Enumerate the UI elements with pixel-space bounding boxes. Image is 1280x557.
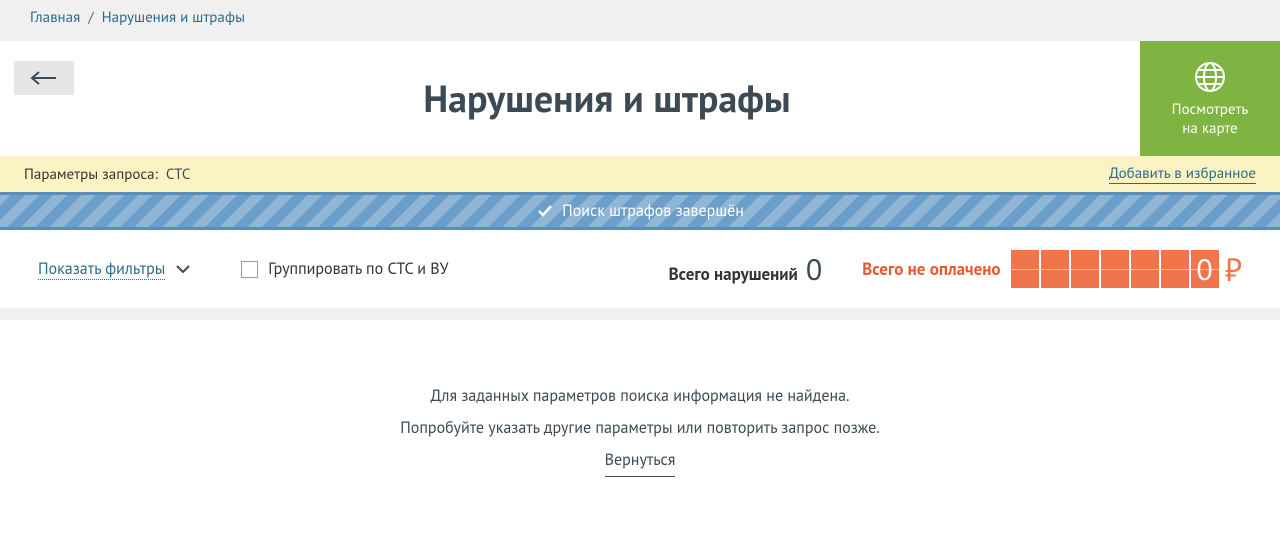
breadcrumb-separator: / [88, 8, 93, 27]
map-button-line2: на карте [1182, 119, 1237, 138]
back-button[interactable] [14, 61, 74, 95]
query-label: Параметры запроса: [24, 165, 158, 184]
checkbox-box-icon [241, 261, 258, 278]
show-filters-link[interactable]: Показать фильтры [38, 259, 165, 280]
query-value: СТС [166, 165, 191, 184]
counter-digit [1011, 250, 1039, 288]
group-by-checkbox[interactable]: Группировать по СТС и ВУ [241, 259, 448, 279]
map-button-line1: Посмотреть [1172, 100, 1249, 119]
breadcrumb-current: Нарушения и штрафы [102, 8, 245, 27]
counter-digit [1161, 250, 1189, 288]
progress-bar: Поиск штрафов завершён [0, 192, 1280, 230]
add-favorite-link[interactable]: Добавить в избранное [1109, 164, 1256, 184]
empty-results: Для заданных параметров поиска информаци… [0, 320, 1280, 557]
globe-icon [1193, 60, 1227, 94]
empty-line2: Попробуйте указать другие параметры или … [0, 412, 1280, 444]
progress-text: Поиск штрафов завершён [562, 201, 744, 221]
filter-bar: Показать фильтры Группировать по СТС и В… [0, 230, 1280, 308]
counter-digit [1071, 250, 1099, 288]
query-bar: Параметры запроса: СТС Добавить в избран… [0, 156, 1280, 192]
total-violations: Всего нарушений 0 [669, 250, 823, 289]
check-icon [536, 202, 554, 220]
group-by-label: Группировать по СТС и ВУ [268, 259, 448, 279]
counter-digit [1101, 250, 1129, 288]
chevron-down-icon[interactable] [175, 264, 191, 274]
total-violations-label: Всего нарушений [669, 263, 798, 285]
view-on-map-button[interactable]: Посмотреть на карте [1140, 41, 1280, 156]
return-link[interactable]: Вернуться [605, 444, 676, 477]
breadcrumb: Главная / Нарушения и штрафы [0, 0, 1280, 41]
back-arrow-icon [29, 69, 59, 87]
ruble-icon: ₽ [1225, 248, 1242, 290]
total-unpaid-label: Всего не оплачено [862, 258, 1000, 280]
counter-digit [1131, 250, 1159, 288]
unpaid-counter: 0 [1011, 250, 1219, 288]
empty-line1: Для заданных параметров поиска информаци… [0, 380, 1280, 412]
counter-digit [1041, 250, 1069, 288]
counter-digit-zero: 0 [1191, 250, 1219, 288]
breadcrumb-home[interactable]: Главная [30, 8, 80, 27]
page-title: Нарушения и штрафы [74, 49, 1140, 148]
header-section: Нарушения и штрафы Посмотреть на карте [0, 41, 1280, 156]
total-violations-count: 0 [806, 250, 822, 289]
